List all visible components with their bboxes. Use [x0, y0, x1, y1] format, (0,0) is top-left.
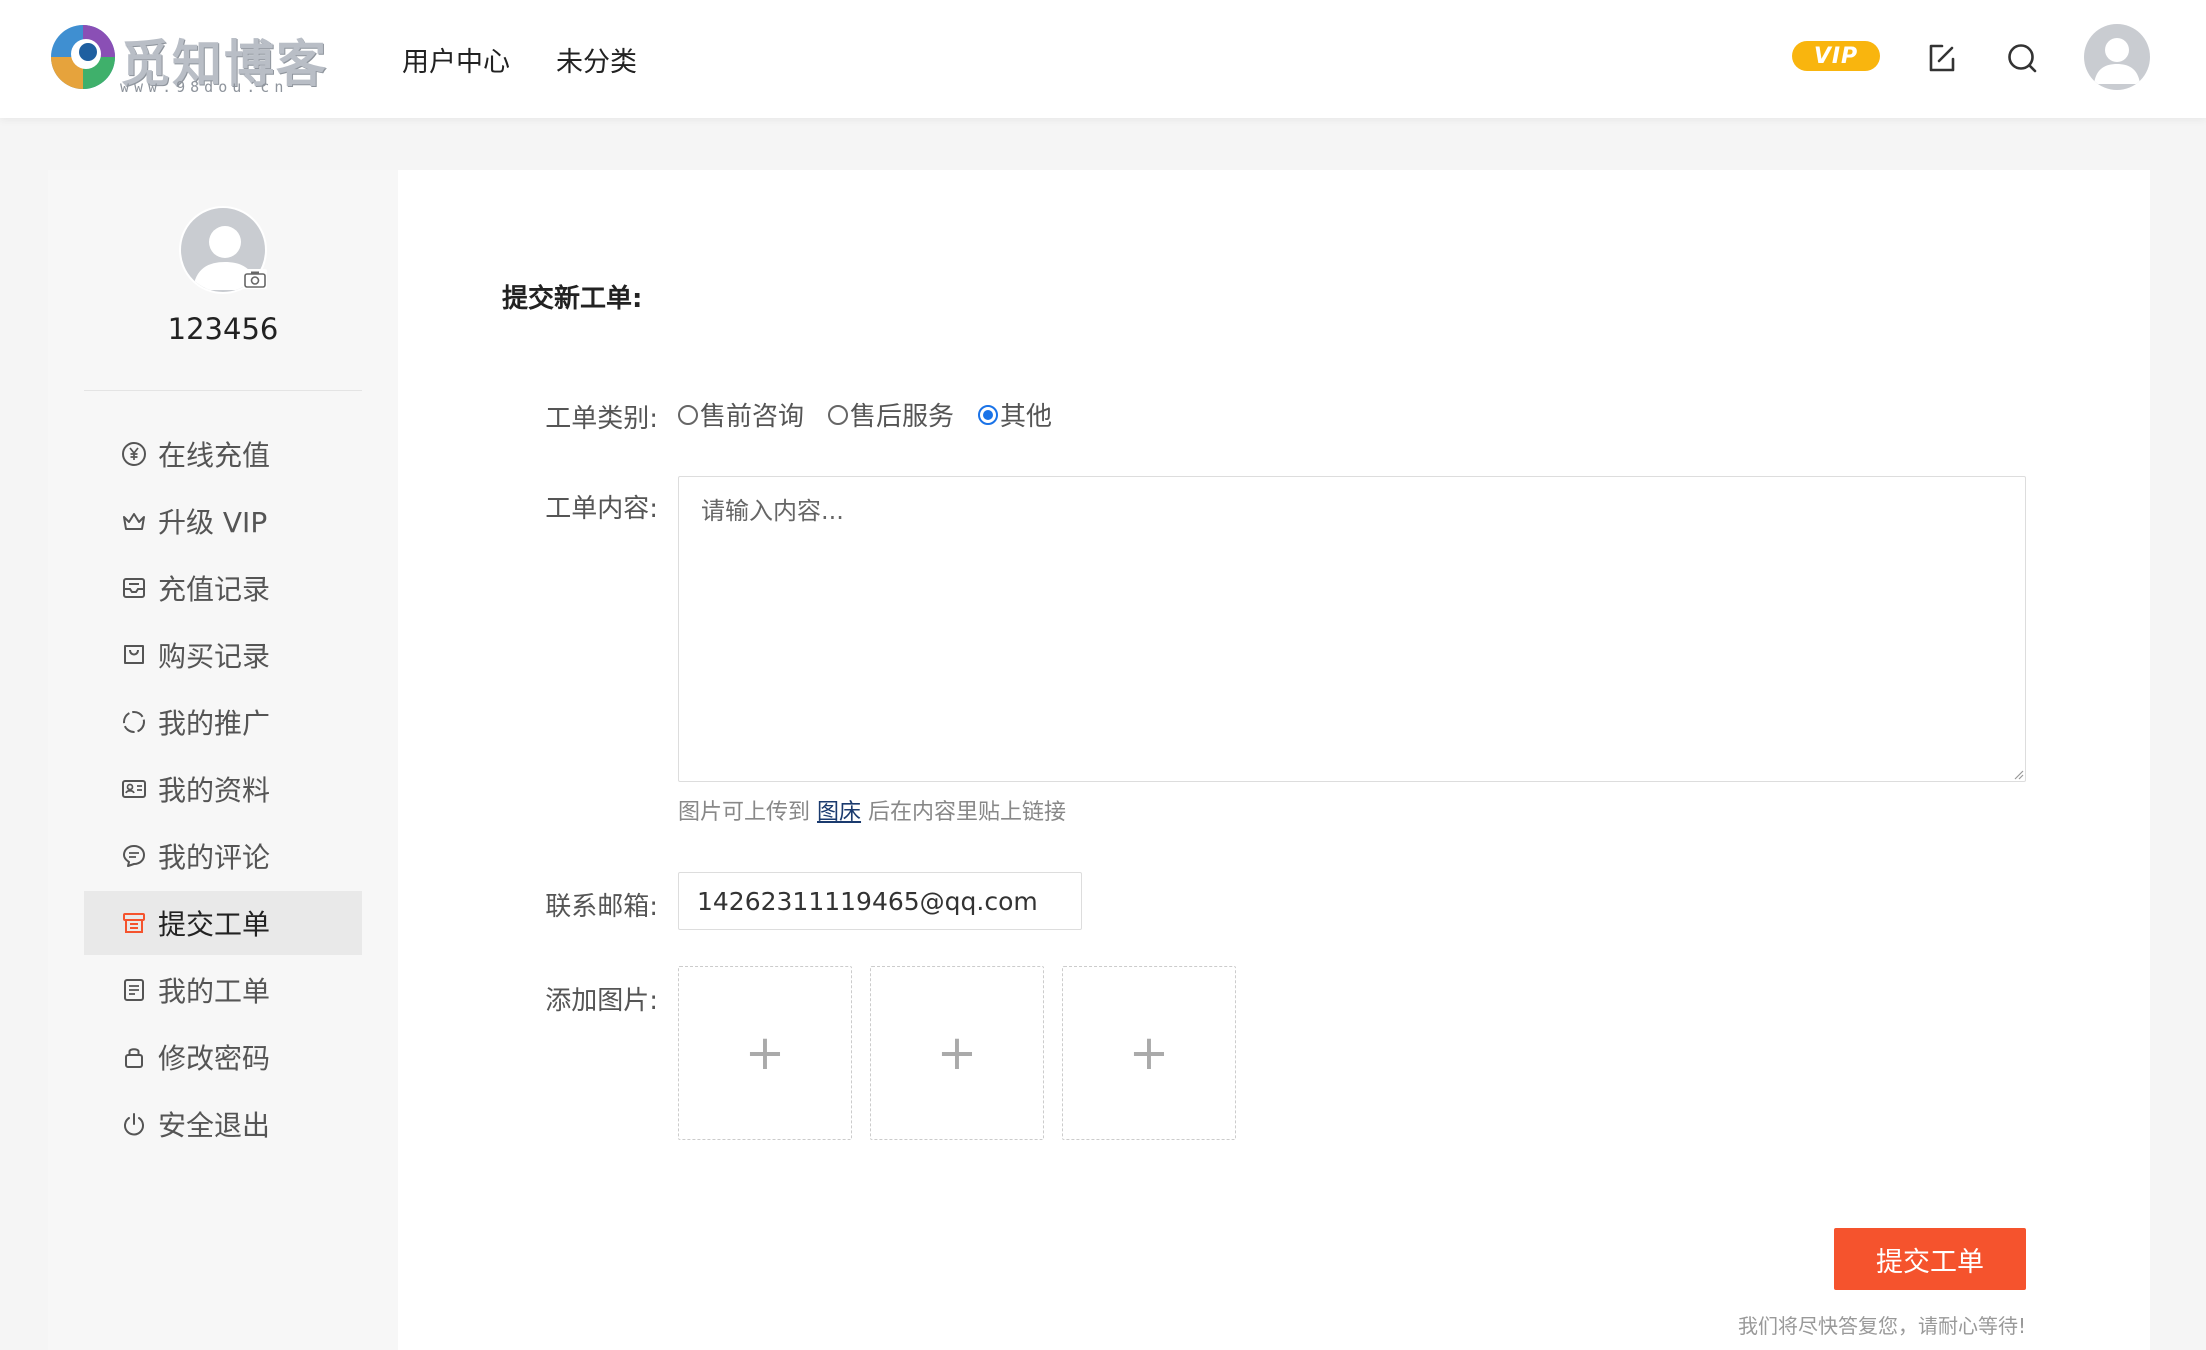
avatar-silhouette-icon: [2094, 38, 2140, 84]
divider: [84, 390, 362, 391]
ticket-icon: [123, 913, 145, 933]
radio-label: 其他: [1000, 402, 1053, 432]
sidebar-item-recharge[interactable]: 在线充值: [84, 422, 362, 486]
sidebar-item-label: 在线充值: [158, 439, 271, 472]
sidebar-item-submit-ticket[interactable]: 提交工单: [84, 891, 362, 955]
plus-icon: +: [744, 1025, 786, 1081]
sidebar-item-upgrade-vip[interactable]: 升级 VIP: [84, 489, 362, 553]
email-field[interactable]: [678, 872, 1082, 930]
header-avatar[interactable]: [2084, 24, 2150, 90]
lock-icon: [125, 1048, 143, 1068]
resize-grip-icon[interactable]: [2012, 768, 2024, 780]
shopping-bag-icon: [124, 645, 144, 664]
radio-circle-icon: [978, 404, 999, 425]
submit-ticket-button[interactable]: 提交工单: [1834, 1228, 2026, 1290]
yuan-circle-icon: [122, 442, 146, 466]
username: 123456: [167, 312, 279, 346]
image-upload-slot-2[interactable]: +: [870, 966, 1044, 1140]
radio-circle-icon: [678, 404, 698, 425]
radio-other[interactable]: 其他: [978, 396, 1052, 433]
crown-icon: [123, 513, 145, 530]
radio-circle-icon: [828, 404, 849, 425]
sidebar-item-label: 提交工单: [158, 908, 271, 941]
plus-icon: +: [1128, 1025, 1170, 1081]
sidebar-item-profile[interactable]: 我的资料: [84, 757, 362, 821]
hint-text: 后在内容里贴上链接: [868, 800, 1067, 825]
radio-presales[interactable]: 售前咨询: [678, 396, 804, 433]
edit-icon[interactable]: [1924, 40, 1960, 76]
sidebar-item-my-tickets[interactable]: 我的工单: [84, 958, 362, 1022]
image-host-link[interactable]: 图床: [817, 800, 861, 825]
sidebar-item-recharge-records[interactable]: 充值记录: [84, 556, 362, 620]
search-icon[interactable]: [2004, 40, 2040, 76]
nav-user-center[interactable]: 用户中心: [402, 40, 510, 79]
nav-uncategorized[interactable]: 未分类: [556, 40, 637, 79]
power-icon: [124, 1113, 144, 1136]
content-label: 工单内容:: [545, 494, 658, 524]
sidebar-item-comments[interactable]: 我的评论: [84, 824, 362, 888]
sidebar-item-label: 我的评论: [158, 841, 271, 874]
id-card-icon: [122, 780, 146, 798]
sidebar-item-logout[interactable]: 安全退出: [84, 1092, 362, 1156]
sidebar-item-label: 充值记录: [158, 573, 271, 606]
page-title: 提交新工单:: [502, 284, 643, 314]
content-textarea[interactable]: [678, 476, 2026, 782]
sidebar-item-label: 我的推广: [158, 707, 271, 740]
email-label: 联系邮箱:: [545, 892, 658, 922]
camera-icon[interactable]: [242, 268, 268, 290]
logo-mark-icon: [51, 25, 115, 89]
sidebar-item-label: 购买记录: [158, 640, 271, 673]
image-label: 添加图片:: [545, 986, 658, 1016]
site-logo[interactable]: 觅知博客 www.98dou.cn: [48, 20, 348, 100]
upload-hint: 图片可上传到 图床 后在内容里贴上链接: [678, 794, 1066, 826]
document-list-icon: [124, 979, 144, 1001]
hint-text: 图片可上传到: [678, 800, 811, 825]
sidebar-menu: 在线充值 升级 VIP 充值记录 购买记录 我的推广 我的资料 我的评论 提交工…: [84, 422, 362, 1159]
footer-note: 我们将尽快答复您，请耐心等待!: [1737, 1314, 2026, 1338]
sidebar-item-purchase-records[interactable]: 购买记录: [84, 623, 362, 687]
image-upload-slot-1[interactable]: +: [678, 966, 852, 1140]
image-upload-slot-3[interactable]: +: [1062, 966, 1236, 1140]
vip-badge[interactable]: VIP: [1792, 41, 1880, 71]
ticket-form-panel: 提交新工单: 工单类别: 售前咨询 售后服务 其他 工单内容: 图片可上传到 图…: [398, 170, 2150, 1350]
top-header: 觅知博客 www.98dou.cn 用户中心 未分类 VIP: [0, 0, 2206, 118]
inbox-icon: [123, 578, 145, 598]
radio-label: 售后服务: [850, 402, 955, 432]
chat-bubble-icon: [123, 845, 145, 867]
user-sidebar: 123456 在线充值 升级 VIP 充值记录 购买记录 我的推广 我的资料 我…: [48, 170, 398, 1350]
logo-url: www.98dou.cn: [120, 78, 289, 96]
sidebar-item-promotion[interactable]: 我的推广: [84, 690, 362, 754]
refresh-circle-icon: [123, 711, 145, 733]
sidebar-item-label: 我的工单: [158, 975, 271, 1008]
radio-aftersales[interactable]: 售后服务: [828, 396, 954, 433]
plus-icon: +: [936, 1025, 978, 1081]
sidebar-item-label: 修改密码: [158, 1042, 271, 1075]
sidebar-item-change-password[interactable]: 修改密码: [84, 1025, 362, 1089]
main-nav: 用户中心 未分类: [402, 40, 637, 79]
category-label: 工单类别:: [545, 404, 658, 434]
sidebar-item-label: 升级 VIP: [158, 506, 268, 539]
category-radio-group: 售前咨询 售后服务 其他: [678, 396, 1076, 433]
sidebar-item-label: 安全退出: [158, 1109, 271, 1142]
radio-label: 售前咨询: [700, 402, 805, 432]
sidebar-item-label: 我的资料: [158, 774, 271, 807]
